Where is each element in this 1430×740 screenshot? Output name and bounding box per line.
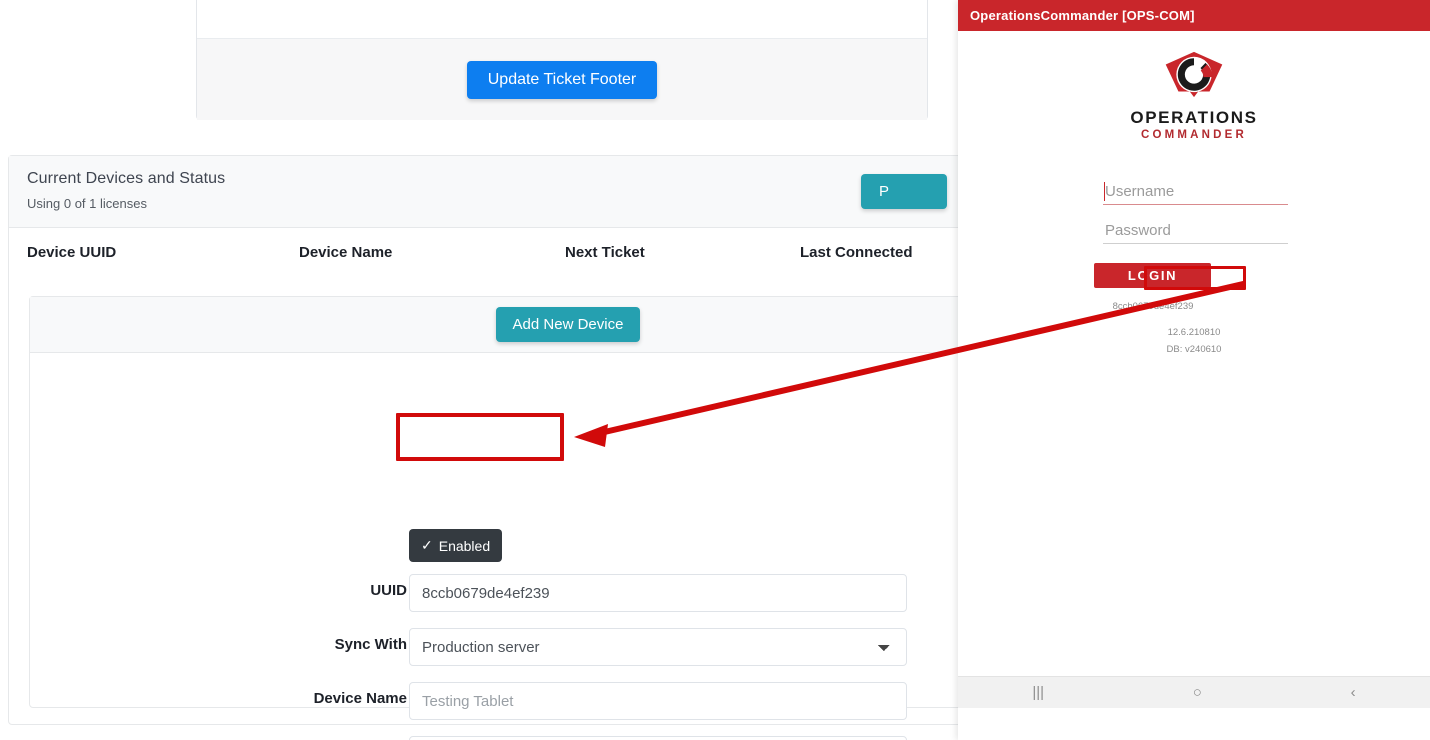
ticket-footer-card: Update Ticket Footer xyxy=(196,0,928,120)
add-new-device-button[interactable]: Add New Device xyxy=(495,307,641,342)
status-badge-enabled[interactable]: ✓ Enabled xyxy=(409,529,503,562)
current-devices-card: Current Devices and Status Using 0 of 1 … xyxy=(8,155,958,740)
column-header-last-connected: Last Connected xyxy=(800,244,913,261)
login-button[interactable]: LOGIN xyxy=(1094,263,1211,288)
app-version-text: 12.6.210810 xyxy=(1167,327,1221,338)
license-usage-text: Using 0 of 1 licenses xyxy=(27,196,147,211)
mobile-app-titlebar: OperationsCommander [OPS-COM] xyxy=(958,0,1430,31)
opscom-logo-icon xyxy=(1165,51,1223,98)
label-uuid: UUID xyxy=(370,582,407,599)
label-sync-with: Sync With xyxy=(334,636,407,653)
device-name-input[interactable] xyxy=(409,682,907,720)
mobile-app-body: OPERATIONS COMMANDER LOGIN 8ccb0679de4ef… xyxy=(958,31,1430,708)
column-header-device-name: Device Name xyxy=(299,244,393,261)
web-application-pane: Update Ticket Footer Current Devices and… xyxy=(0,0,958,740)
sync-with-select[interactable]: Production server xyxy=(409,628,907,666)
current-devices-title: Current Devices and Status xyxy=(27,170,226,187)
form-row-uuid: UUID xyxy=(9,574,909,612)
column-header-device-uuid: Device UUID xyxy=(27,244,117,261)
form-row-next-ticket-no: Next Ticket No. xyxy=(9,736,909,740)
form-row-device-name: Device Name xyxy=(9,682,909,720)
ticket-footer-card-body xyxy=(197,0,927,38)
column-header-next-ticket: Next Ticket xyxy=(565,244,645,261)
password-input[interactable] xyxy=(1103,218,1288,244)
app-db-version-text: DB: v240610 xyxy=(1166,344,1222,355)
ticket-footer-card-footer: Update Ticket Footer xyxy=(197,38,927,120)
update-ticket-footer-button[interactable]: Update Ticket Footer xyxy=(466,60,658,99)
form-row-sync-with: Sync With Production server xyxy=(9,628,909,666)
logo-text-commander: COMMANDER xyxy=(1140,129,1248,141)
home-icon[interactable]: ○ xyxy=(1193,684,1202,701)
username-text-caret xyxy=(1104,182,1105,201)
label-device-name: Device Name xyxy=(313,690,407,707)
app-device-uuid: 8ccb0679de4ef239 xyxy=(1112,301,1194,312)
uuid-input[interactable] xyxy=(409,574,907,612)
android-navigation-bar: ||| ○ ‹ xyxy=(958,676,1430,708)
mobile-app-pane: OperationsCommander [OPS-COM] OPERATIONS… xyxy=(958,0,1430,740)
opscom-logo: OPERATIONS COMMANDER xyxy=(958,49,1430,141)
next-ticket-no-input[interactable] xyxy=(409,736,907,740)
add-device-form-card-header: Add New Device xyxy=(30,297,958,353)
status-badge-label: Enabled xyxy=(438,537,491,554)
username-input[interactable] xyxy=(1103,179,1288,205)
current-devices-header: Current Devices and Status Using 0 of 1 … xyxy=(9,156,958,228)
screenshot-root: Update Ticket Footer Current Devices and… xyxy=(0,0,1430,740)
devices-table-header-row: Device UUID Device Name Next Ticket Last… xyxy=(9,228,958,280)
print-button[interactable]: P xyxy=(861,174,947,209)
logo-text-operations: OPERATIONS xyxy=(1130,108,1258,127)
recents-icon[interactable]: ||| xyxy=(1032,684,1044,701)
check-icon: ✓ xyxy=(421,537,433,553)
back-icon[interactable]: ‹ xyxy=(1351,684,1356,701)
